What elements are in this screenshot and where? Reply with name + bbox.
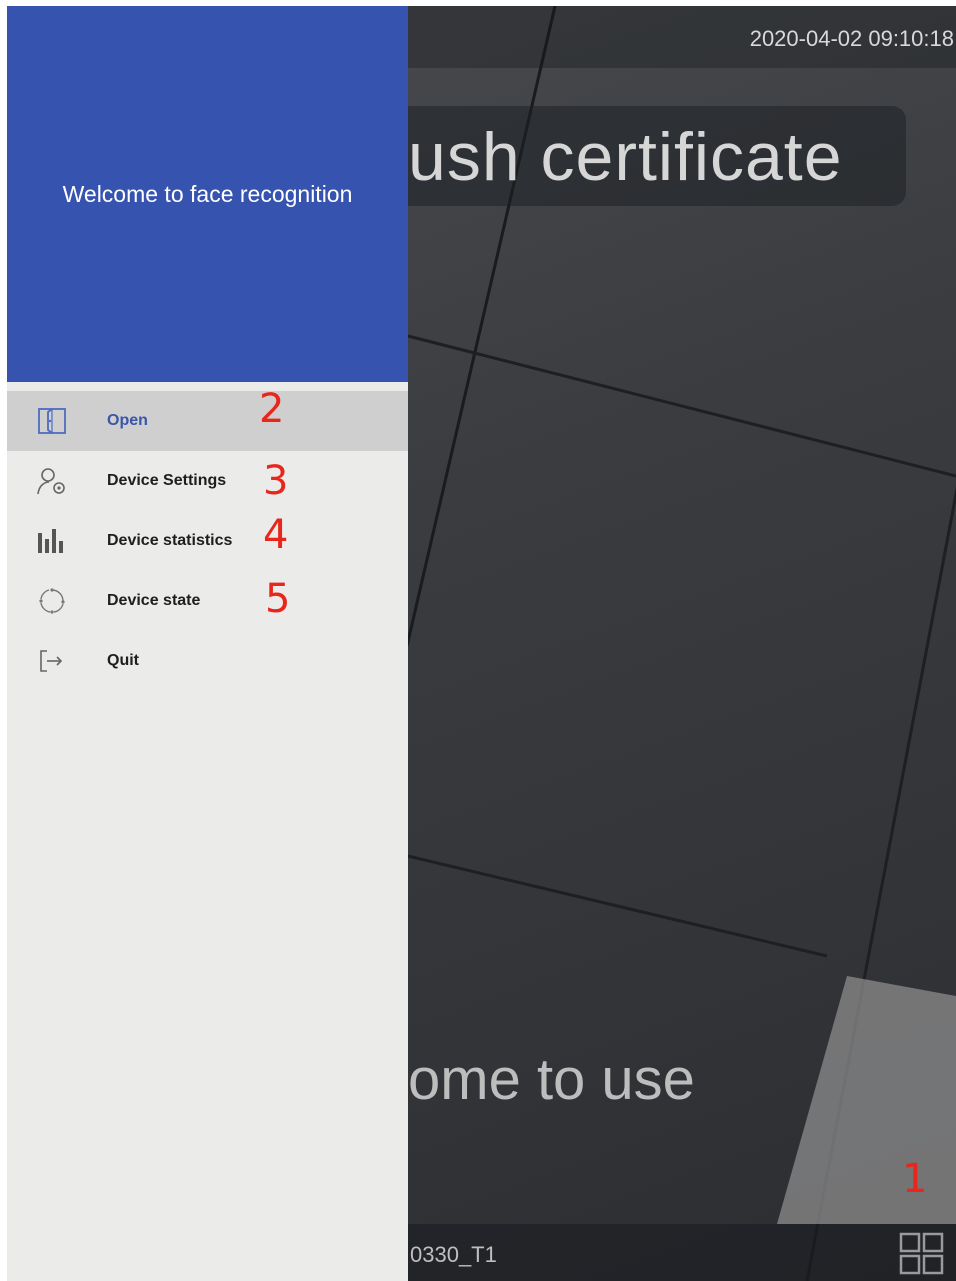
- annotation-5: 5: [265, 576, 291, 622]
- grid-icon[interactable]: [899, 1232, 945, 1276]
- certificate-banner-text: ush certificate: [408, 119, 843, 195]
- annotation-4: 4: [263, 512, 289, 558]
- drawer-menu: Open Device Settings Device statistics D…: [7, 391, 408, 691]
- exit-icon: [37, 647, 67, 675]
- menu-item-device-settings[interactable]: Device Settings: [7, 451, 408, 511]
- menu-item-device-statistics[interactable]: Device statistics: [7, 511, 408, 571]
- annotation-2: 2: [259, 386, 285, 432]
- menu-item-quit[interactable]: Quit: [7, 631, 408, 691]
- menu-item-device-settings-label: Device Settings: [107, 472, 227, 489]
- device-screen: 2020-04-02 09:10:18 ush certificate ome …: [7, 6, 956, 1281]
- welcome-use-text: ome to use: [408, 1047, 695, 1112]
- datetime-text: 2020-04-02 09:10:18: [749, 26, 954, 51]
- menu-item-device-statistics-label: Device statistics: [107, 532, 233, 549]
- menu-item-device-state[interactable]: Device state: [7, 571, 408, 631]
- menu-item-device-state-label: Device state: [107, 592, 201, 609]
- device-id-text: 0330_T1: [410, 1242, 497, 1267]
- state-cycle-icon: [37, 587, 67, 615]
- menu-item-open-label: Open: [107, 412, 148, 429]
- bar-chart-icon: [37, 527, 67, 555]
- drawer-title: Welcome to face recognition: [62, 181, 353, 207]
- annotation-3: 3: [263, 458, 289, 504]
- menu-item-quit-label: Quit: [107, 652, 139, 669]
- menu-item-open[interactable]: Open: [7, 391, 408, 451]
- annotation-1: 1: [902, 1156, 928, 1202]
- navigation-drawer: Welcome to face recognition Open Device …: [7, 6, 408, 1281]
- door-icon: [37, 407, 67, 435]
- drawer-header: Welcome to face recognition: [7, 6, 408, 382]
- user-settings-icon: [37, 467, 67, 495]
